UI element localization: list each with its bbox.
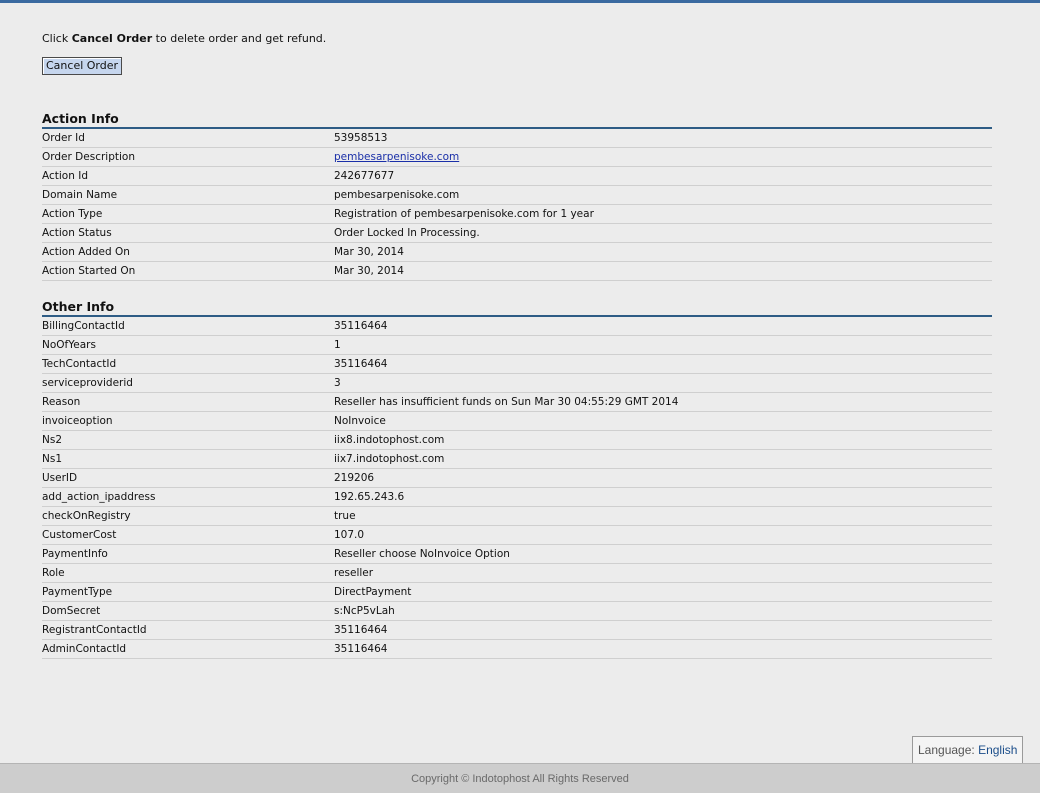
- row-value: 35116464: [334, 643, 388, 655]
- row-value: DirectPayment: [334, 586, 412, 598]
- table-row: Order Description pembesarpenisoke.com: [42, 148, 992, 167]
- row-label: Reason: [42, 396, 81, 408]
- row-value: 3: [334, 377, 341, 389]
- row-label: CustomerCost: [42, 529, 117, 541]
- row-value: reseller: [334, 567, 374, 579]
- row-label: Action Type: [42, 208, 103, 220]
- row-label: BillingContactId: [42, 320, 125, 332]
- action-info-title: Action Info: [42, 110, 992, 129]
- table-row: Domain Name pembesarpenisoke.com: [42, 186, 992, 205]
- row-value: pembesarpenisoke.com: [334, 189, 460, 201]
- row-label: TechContactId: [42, 358, 117, 370]
- table-row: TechContactId 35116464: [42, 355, 992, 374]
- row-value: 35116464: [334, 358, 388, 370]
- other-info-rows: BillingContactId 35116464 NoOfYears 1 TechCo…: [42, 317, 992, 659]
- row-value: NoInvoice: [334, 415, 386, 427]
- instruction-suffix: to delete order and get refund.: [152, 32, 327, 45]
- action-info-rows: Order Id 53958513 Order Description pembesa…: [42, 129, 992, 281]
- row-label: invoiceoption: [42, 415, 113, 427]
- instruction-bold: Cancel Order: [71, 32, 153, 45]
- table-row: Action Started On Mar 30, 2014: [42, 262, 992, 281]
- footer: Copyright © Indotophost All Rights Reser…: [0, 763, 1040, 793]
- row-label: Action Id: [42, 170, 88, 182]
- row-label: Domain Name: [42, 189, 118, 201]
- row-label: Role: [42, 567, 65, 579]
- instruction-text: Click Cancel Order to delete order and g…: [42, 32, 326, 45]
- row-value: iix7.indotophost.com: [334, 453, 445, 465]
- row-value: 192.65.243.6: [334, 491, 405, 503]
- other-info-title: Other Info: [42, 298, 992, 317]
- row-value: Order Locked In Processing.: [334, 227, 480, 239]
- table-row: PaymentType DirectPayment: [42, 583, 992, 602]
- row-value: iix8.indotophost.com: [334, 434, 445, 446]
- top-bar: [0, 0, 1040, 3]
- table-row: Reason Reseller has insufficient funds on…: [42, 393, 992, 412]
- table-row: RegistrantContactId 35116464: [42, 621, 992, 640]
- table-row: Action Type Registration of pembesarpenis…: [42, 205, 992, 224]
- row-label: Ns2: [42, 434, 63, 446]
- table-row: PaymentInfo Reseller choose NoInvoice Opt…: [42, 545, 992, 564]
- row-label: checkOnRegistry: [42, 510, 131, 522]
- row-value: Reseller choose NoInvoice Option: [334, 548, 510, 560]
- language-value[interactable]: English: [978, 743, 1017, 757]
- table-row: Ns2 iix8.indotophost.com: [42, 431, 992, 450]
- footer-copyright: Copyright © Indotophost All Rights Reser…: [411, 773, 629, 785]
- table-row: checkOnRegistry true: [42, 507, 992, 526]
- row-label: RegistrantContactId: [42, 624, 147, 636]
- row-label: PaymentType: [42, 586, 113, 598]
- row-value: 219206: [334, 472, 375, 484]
- table-row: Action Added On Mar 30, 2014: [42, 243, 992, 262]
- instruction-prefix: Click: [42, 32, 72, 45]
- language-selector[interactable]: Language: English: [912, 736, 1024, 764]
- table-row: invoiceoption NoInvoice: [42, 412, 992, 431]
- table-row: BillingContactId 35116464: [42, 317, 992, 336]
- language-label: Language:: [918, 743, 979, 757]
- row-value: pembesarpenisoke.com: [334, 148, 992, 166]
- row-label: Order Id: [42, 132, 85, 144]
- row-label: NoOfYears: [42, 339, 96, 351]
- row-value: Mar 30, 2014: [334, 246, 404, 258]
- row-label: Action Status: [42, 227, 112, 239]
- table-row: Role reseller: [42, 564, 992, 583]
- page: Click Cancel Order to delete order and g…: [0, 0, 1040, 793]
- order-description-link[interactable]: pembesarpenisoke.com: [334, 151, 459, 163]
- row-label: add_action_ipaddress: [42, 491, 156, 503]
- row-label: UserID: [42, 472, 78, 484]
- table-row: Order Id 53958513: [42, 129, 992, 148]
- row-label: DomSecret: [42, 605, 101, 617]
- row-value: Reseller has insufficient funds on Sun M…: [334, 396, 679, 408]
- row-value: true: [334, 510, 356, 522]
- row-label: AdminContactId: [42, 643, 127, 655]
- row-value: Registration of pembesarpenisoke.com for…: [334, 208, 594, 220]
- row-value: 53958513: [334, 132, 388, 144]
- table-row: Action Status Order Locked In Processing.: [42, 224, 992, 243]
- table-row: UserID 219206: [42, 469, 992, 488]
- table-row: AdminContactId 35116464: [42, 640, 992, 659]
- row-value: Mar 30, 2014: [334, 265, 404, 277]
- table-row: DomSecret s:NcP5vLah: [42, 602, 992, 621]
- row-label: Action Started On: [42, 265, 136, 277]
- table-row: serviceproviderid 3: [42, 374, 992, 393]
- row-value: 35116464: [334, 320, 388, 332]
- row-label: Action Added On: [42, 246, 130, 258]
- row-value: s:NcP5vLah: [334, 605, 395, 617]
- table-row: Ns1 iix7.indotophost.com: [42, 450, 992, 469]
- table-row: CustomerCost 107.0: [42, 526, 992, 545]
- table-row: NoOfYears 1: [42, 336, 992, 355]
- table-row: add_action_ipaddress 192.65.243.6: [42, 488, 992, 507]
- row-value: 35116464: [334, 624, 388, 636]
- row-label: Order Description: [42, 151, 135, 163]
- row-label: serviceproviderid: [42, 377, 133, 389]
- row-value: 1: [334, 339, 341, 351]
- table-row: Action Id 242677677: [42, 167, 992, 186]
- row-value: 107.0: [334, 529, 365, 541]
- row-label: PaymentInfo: [42, 548, 108, 560]
- row-value: 242677677: [334, 170, 395, 182]
- action-info-section: Action Info Order Id 53958513 Order Descri…: [42, 110, 992, 281]
- other-info-section: Other Info BillingContactId 35116464 NoOfY…: [42, 298, 992, 659]
- cancel-order-button[interactable]: Cancel Order: [42, 57, 123, 75]
- row-label: Ns1: [42, 453, 63, 465]
